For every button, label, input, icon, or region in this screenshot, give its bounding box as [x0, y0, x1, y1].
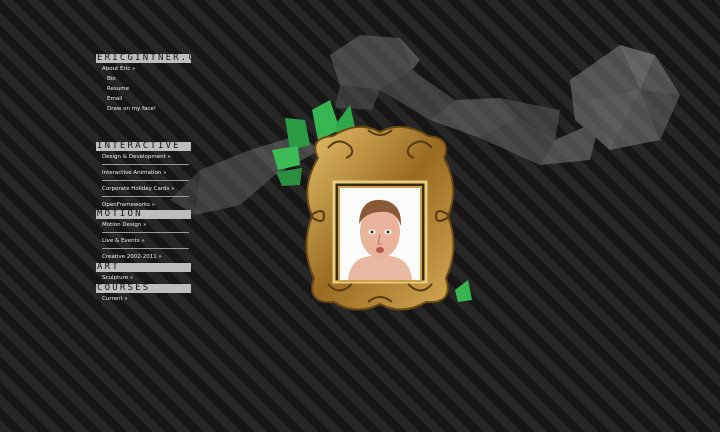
- nav-current-courses[interactable]: Current »: [96, 296, 191, 303]
- section-title-courses: COURSES: [97, 284, 151, 293]
- section-header-courses: COURSES: [96, 284, 191, 293]
- nav-live-events[interactable]: Live & Events »: [96, 238, 191, 245]
- portrait-photo: [338, 186, 422, 282]
- main-navigation: ERICGINTNER.COM About Eric » Bio Resume …: [96, 54, 191, 303]
- section-title-interactive: INTERACTIVE: [97, 142, 181, 151]
- face-illustration: [340, 188, 420, 280]
- nav-resume[interactable]: Resume: [96, 86, 191, 93]
- nav-email[interactable]: Email: [96, 96, 191, 103]
- nav-corporate-holiday-cards[interactable]: Corporate Holiday Cards »: [96, 186, 191, 193]
- nav-design-development[interactable]: Design & Development »: [96, 154, 191, 161]
- section-header-motion: MOTION: [96, 210, 191, 219]
- site-logo-bar[interactable]: ERICGINTNER.COM: [96, 54, 191, 63]
- section-header-interactive: INTERACTIVE: [96, 142, 191, 151]
- nav-sculpture[interactable]: Sculpture »: [96, 275, 191, 282]
- nav-bio[interactable]: Bio: [96, 76, 191, 83]
- nav-about-eric[interactable]: About Eric »: [96, 66, 191, 73]
- section-title-motion: MOTION: [97, 210, 143, 219]
- nav-creative-2002-2011[interactable]: Creative 2002-2011 »: [96, 254, 191, 261]
- nav-interactive-animation[interactable]: Interactive Animation »: [96, 170, 191, 177]
- nav-openframeworks[interactable]: OpenFrameworks »: [96, 202, 191, 209]
- section-header-art: ART: [96, 263, 191, 272]
- site-logo[interactable]: ERICGINTNER.COM: [97, 54, 191, 63]
- section-title-art: ART: [97, 263, 120, 272]
- nav-motion-design[interactable]: Motion Design »: [96, 222, 191, 229]
- nav-draw-on-face[interactable]: Draw on my face!: [96, 106, 191, 113]
